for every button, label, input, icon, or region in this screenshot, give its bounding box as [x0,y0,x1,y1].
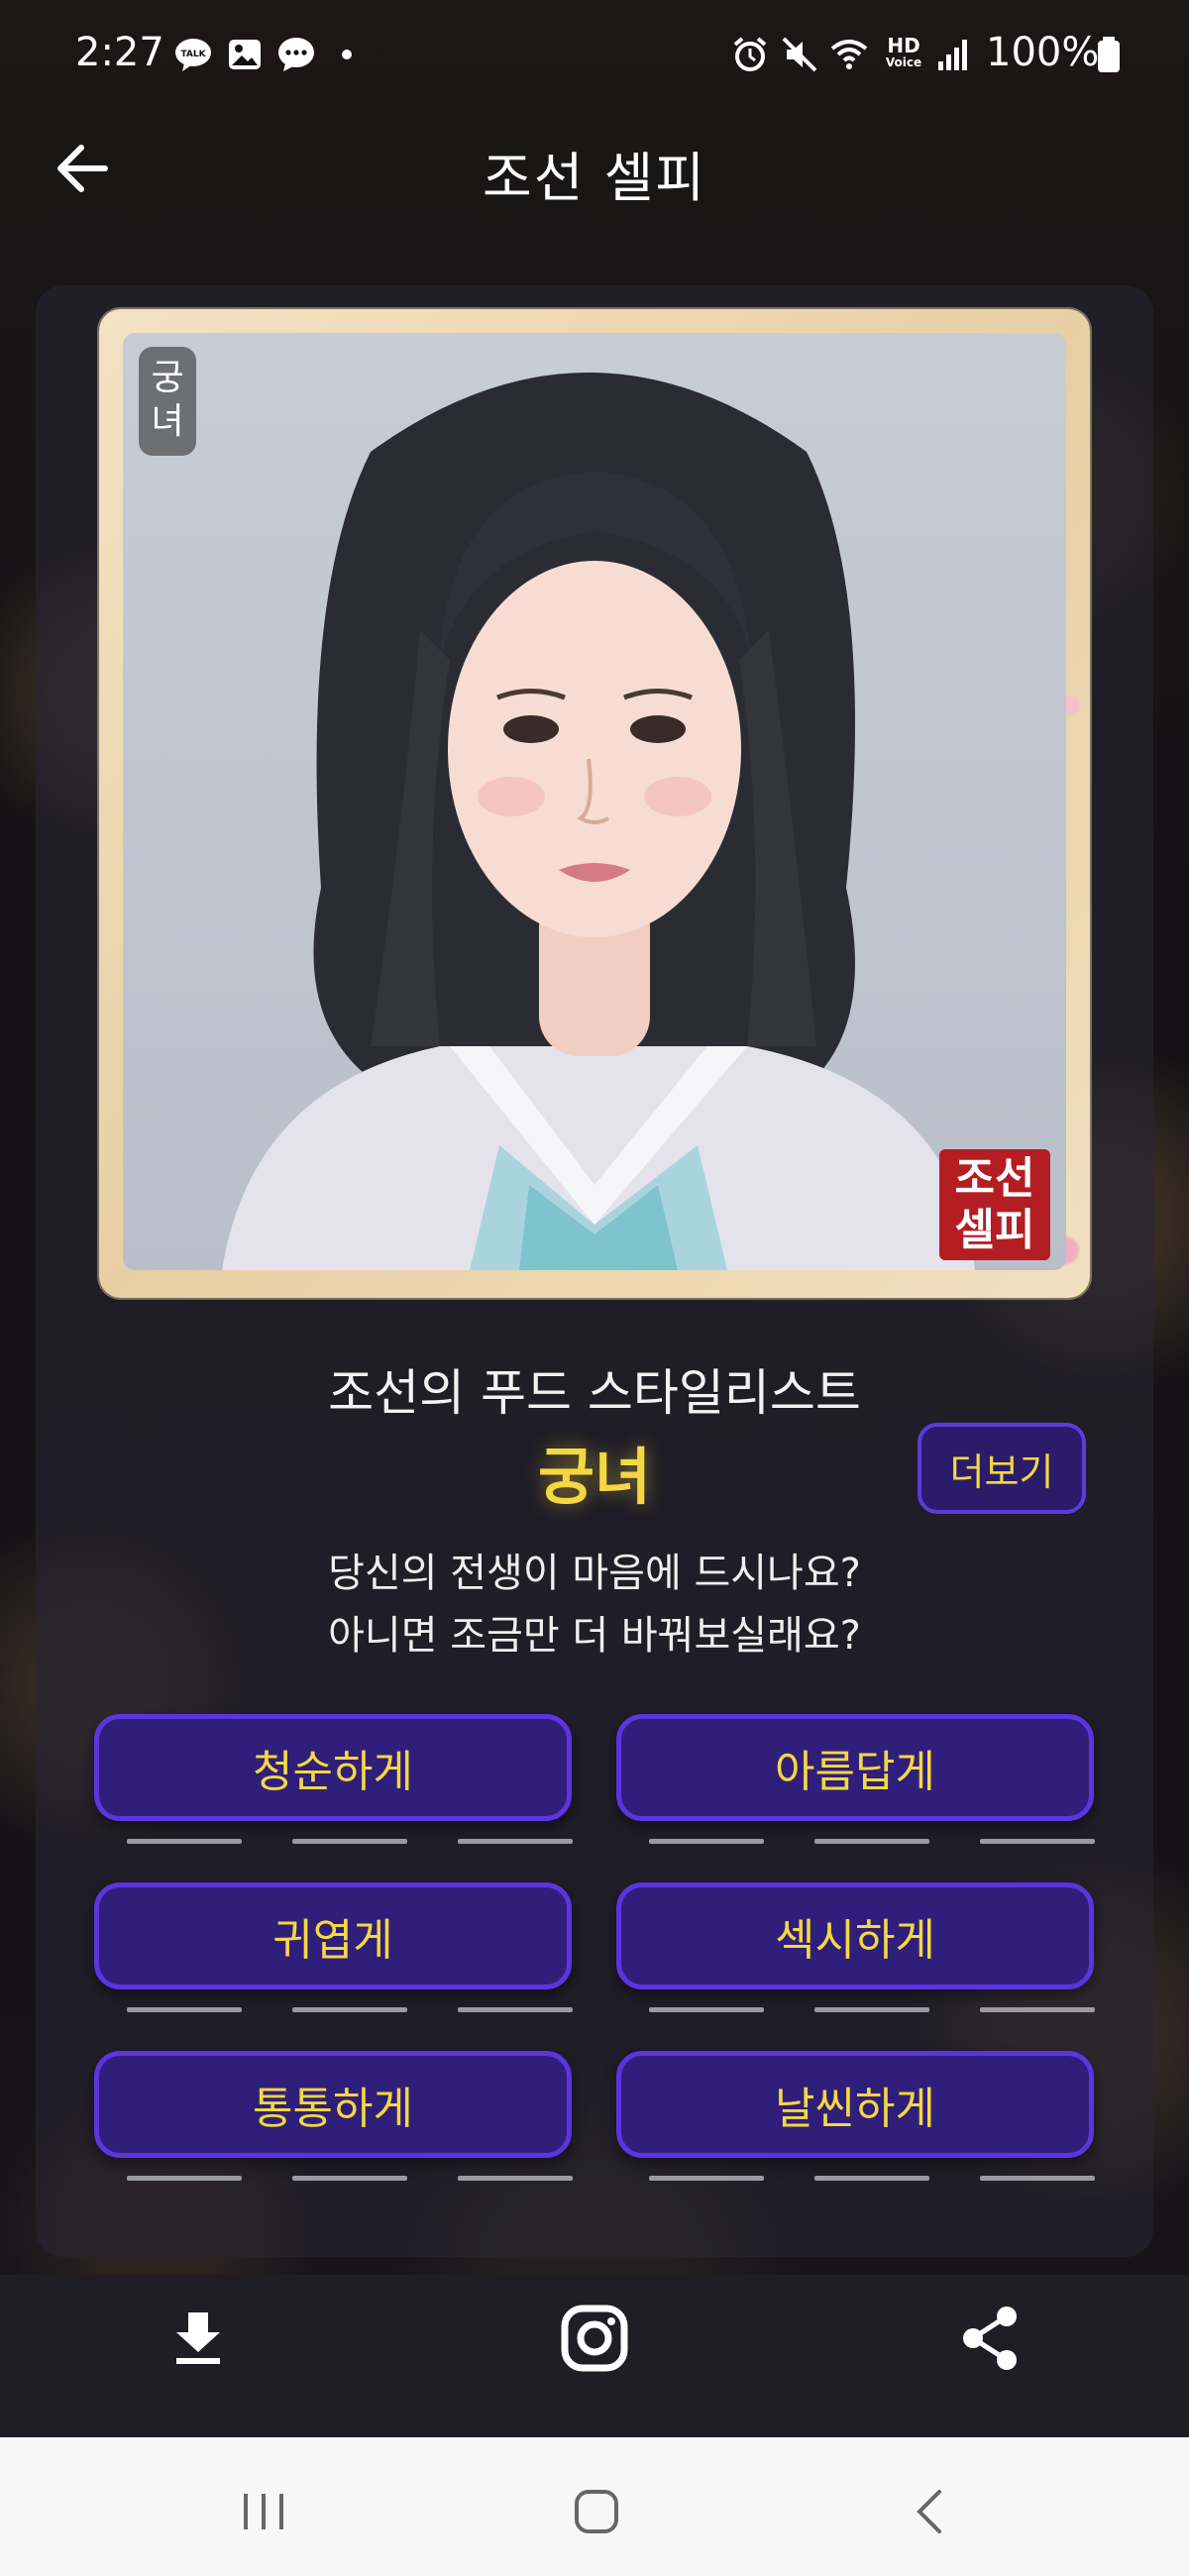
talk-icon: TALK [175,39,211,71]
option-level-pure [127,1839,573,1845]
option-button-slim[interactable]: 날씬하게 [616,2051,1094,2158]
option-button-sexy[interactable]: 섹시하게 [616,1882,1094,1989]
signal-icon [938,40,967,70]
result-subtitle: 조선의 푸드 스타일리스트 [328,1364,861,1422]
recents-icon [244,2494,283,2529]
status-time: 2:27 [75,30,164,75]
seal-stamp: 조선 셀피 [939,1149,1050,1260]
battery-icon [1098,37,1120,72]
share-icon [963,2307,1017,2370]
home-icon [575,2490,618,2533]
share-button[interactable] [951,2299,1030,2378]
portrait-image[interactable] [123,333,1066,1270]
option-button-chubby[interactable]: 통통하게 [94,2051,572,2158]
option-button-beautiful[interactable]: 아름답게 [616,1714,1094,1821]
download-icon [176,2312,220,2364]
screen-title: 조선 셀피 [483,147,706,209]
status-bar: 2:27 TALK HD Voice 100% [0,0,1189,114]
svg-text:TALK: TALK [180,50,206,59]
option-button-cute[interactable]: 귀엽게 [94,1882,572,1989]
option-level-cute [127,2007,573,2013]
nav-back-button[interactable] [902,2482,961,2541]
more-button[interactable]: 더보기 [918,1423,1086,1514]
instagram-button[interactable] [555,2299,634,2378]
dot-icon [342,50,352,59]
portrait-illustration [222,373,975,1270]
prompt-line: 아니면 조금만 더 바꿔보실래요? [328,1613,861,1659]
option-level-chubby [127,2176,573,2182]
home-button[interactable] [567,2482,626,2541]
rank-tag: 궁녀 [139,347,196,456]
download-button[interactable] [159,2299,238,2378]
option-level-sexy [649,2007,1095,2013]
recents-button[interactable] [234,2482,293,2541]
wifi-icon [830,40,868,69]
prompt-line: 당신의 전생이 마음에 드시나요? [328,1551,861,1596]
message-icon [278,38,314,71]
option-button-pure[interactable]: 청순하게 [94,1714,572,1821]
battery-percent: 100% [986,30,1100,75]
option-level-slim [649,2176,1095,2182]
gallery-icon [229,40,261,69]
instagram-icon [561,2305,628,2372]
hd-voice-icon: HD Voice [885,34,922,69]
mute-icon [782,37,817,72]
alarm-icon [733,37,767,71]
nav-back-icon [917,2490,941,2533]
option-level-beautiful [649,1839,1095,1845]
